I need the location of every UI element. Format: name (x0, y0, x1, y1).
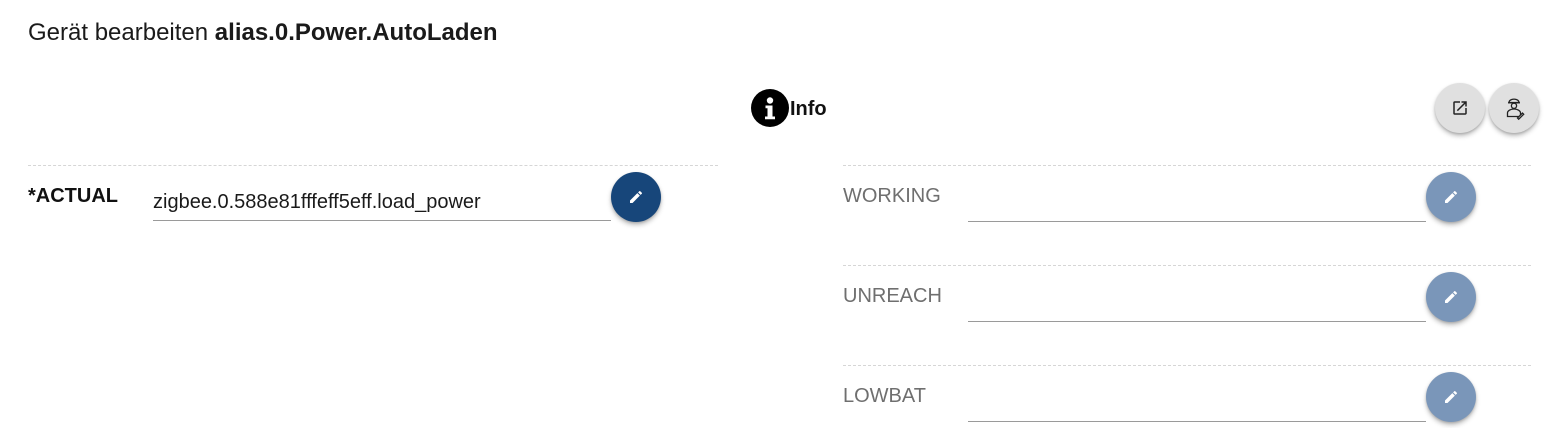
edit-working-button[interactable] (1426, 172, 1476, 222)
unreach-state-input[interactable] (968, 285, 1426, 322)
device-id: alias.0.Power.AutoLaden (214, 19, 498, 46)
expert-mode-button[interactable] (1489, 83, 1539, 133)
field-divider (843, 165, 1531, 166)
info-icon (751, 89, 789, 127)
info-section-header: Info (751, 89, 827, 127)
field-divider (843, 265, 1531, 266)
edit-lowbat-button[interactable] (1426, 372, 1476, 422)
expert-mode-icon (1506, 98, 1525, 121)
field-label-unreach: UNREACH (843, 285, 942, 307)
edit-actual-button[interactable] (611, 172, 661, 222)
open-in-new-button[interactable] (1435, 83, 1485, 133)
pencil-icon (630, 190, 643, 203)
pencil-icon (1445, 290, 1458, 303)
actual-state-input[interactable] (153, 184, 611, 221)
lowbat-state-input[interactable] (968, 385, 1426, 422)
open-in-new-icon (1453, 101, 1467, 115)
title-prefix: Gerät bearbeiten (28, 19, 209, 46)
info-section-label: Info (790, 98, 827, 120)
pencil-icon (1445, 390, 1458, 403)
field-label-actual: *ACTUAL (28, 185, 118, 207)
edit-unreach-button[interactable] (1426, 272, 1476, 322)
field-label-lowbat: LOWBAT (843, 385, 926, 407)
field-label-working: WORKING (843, 185, 941, 207)
edit-device-dialog: Gerät bearbeiten alias.0.Power.AutoLaden… (0, 0, 1556, 428)
page-title: Gerät bearbeiten alias.0.Power.AutoLaden (28, 19, 498, 47)
field-divider (843, 365, 1531, 366)
field-divider (28, 165, 718, 166)
working-state-input[interactable] (968, 185, 1426, 222)
pencil-icon (1445, 190, 1458, 203)
